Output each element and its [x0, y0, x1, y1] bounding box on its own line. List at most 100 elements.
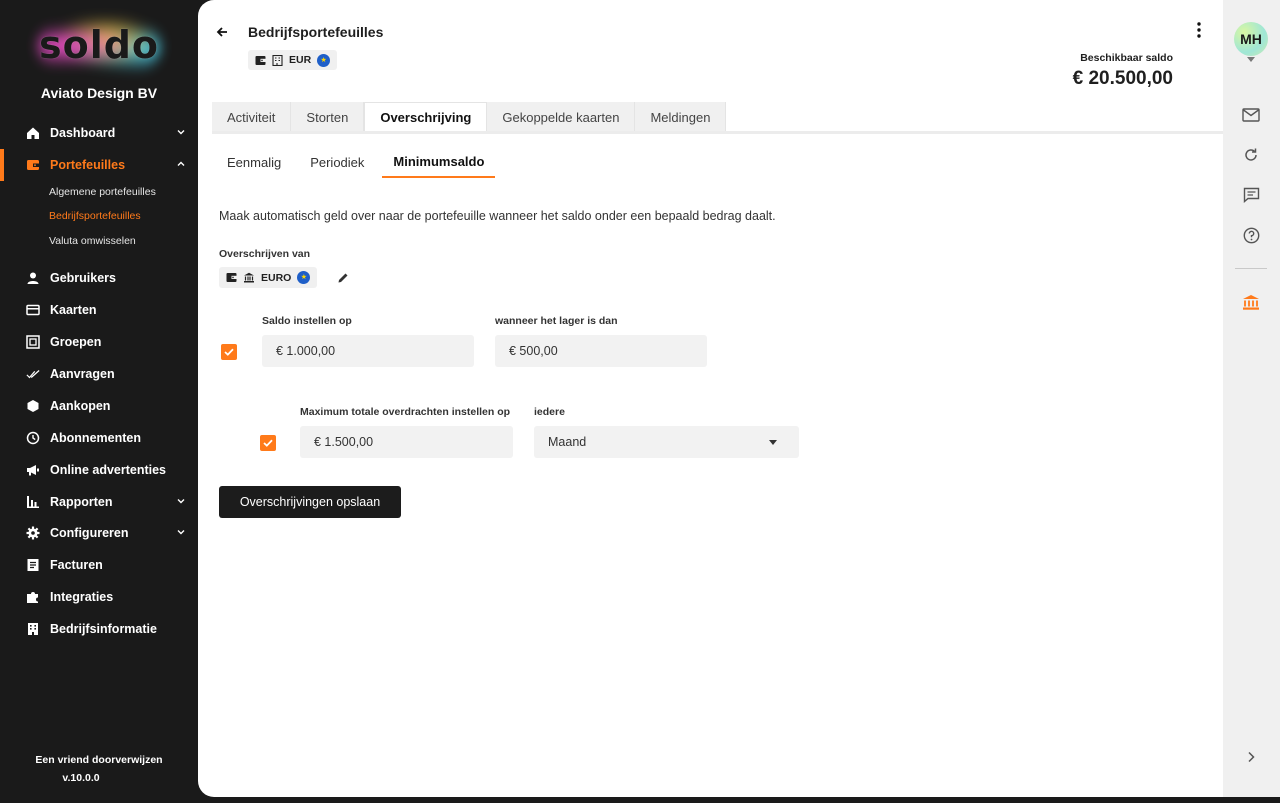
wallet-icon: [226, 273, 237, 282]
sidebar-item-configureren[interactable]: Configureren: [0, 520, 198, 546]
main-panel: Bedrijfsportefeuilles EUR ★ Beschikbaar …: [198, 0, 1223, 797]
set-balance-label: Saldo instellen op: [262, 315, 352, 327]
building-icon: [26, 622, 40, 636]
caret-down-icon: [769, 440, 777, 445]
max-transfer-input[interactable]: € 1.500,00: [300, 426, 513, 458]
source-wallet-chip: EURO ★: [219, 267, 318, 288]
home-icon: [26, 126, 40, 140]
logo-text: soldo: [38, 23, 160, 67]
chat-button[interactable]: [1239, 183, 1263, 207]
sidebar-item-groepen[interactable]: Groepen: [0, 329, 198, 355]
sidebar-item-label: Rapporten: [50, 495, 113, 509]
tab-activiteit[interactable]: Activiteit: [212, 102, 292, 132]
max-transfer-checkbox[interactable]: [260, 435, 276, 451]
period-select[interactable]: Maand: [534, 426, 799, 458]
app-version: v.10.0.0: [62, 772, 100, 784]
sidebar-subitem-bedrijfs[interactable]: Bedrijfsportefeuilles: [49, 210, 141, 222]
sidebar-item-abonnementen[interactable]: Abonnementen: [0, 425, 198, 451]
company-name: Aviato Design BV: [40, 85, 158, 101]
wallet-tabs: Activiteit Storten Overschrijving Gekopp…: [212, 102, 727, 132]
sidebar-item-label: Online advertenties: [50, 463, 167, 477]
period-label: iedere: [534, 406, 565, 418]
pencil-icon: [338, 273, 348, 283]
mail-icon: [1242, 108, 1260, 122]
chat-icon: [1243, 187, 1259, 203]
chevron-down-icon: [176, 495, 186, 509]
bank-icon: [1243, 294, 1259, 310]
set-balance-input[interactable]: € 1.000,00: [262, 335, 474, 367]
refer-a-friend-link[interactable]: Een vriend doorverwijzen: [0, 754, 198, 766]
caret-down-icon: [1247, 57, 1255, 62]
sidebar-item-aankopen[interactable]: Aankopen: [0, 393, 198, 419]
sidebar-item-label: Abonnementen: [50, 431, 141, 445]
threshold-input[interactable]: € 500,00: [495, 335, 707, 367]
edit-source-button[interactable]: [337, 271, 349, 289]
tab-storten[interactable]: Storten: [291, 102, 365, 132]
refresh-icon: [1245, 148, 1257, 161]
source-currency: EURO: [261, 271, 292, 284]
sidebar-item-gebruikers[interactable]: Gebruikers: [0, 265, 198, 291]
sidebar-item-label: Integraties: [50, 590, 114, 604]
chevron-down-icon: [176, 526, 186, 540]
sidebar-item-kaarten[interactable]: Kaarten: [0, 297, 198, 323]
sidebar-item-label: Bedrijfsinformatie: [50, 622, 157, 636]
sidebar-item-integraties[interactable]: Integraties: [0, 584, 198, 610]
invoice-icon: [26, 558, 40, 572]
chevron-right-icon: [1248, 751, 1255, 763]
sidebar-item-dashboard[interactable]: Dashboard: [0, 120, 198, 146]
expand-rail-button[interactable]: [1239, 745, 1263, 769]
sidebar-item-facturen[interactable]: Facturen: [0, 552, 198, 578]
tab-divider: [212, 131, 1223, 134]
avatar-menu-button[interactable]: [1239, 50, 1263, 70]
save-transfers-button[interactable]: Overschrijvingen opslaan: [219, 486, 401, 518]
period-selected-value: Maand: [548, 435, 587, 449]
groups-icon: [26, 335, 40, 349]
arrow-left-icon: [216, 27, 227, 37]
subtab-eenmalig[interactable]: Eenmalig: [216, 146, 292, 178]
sidebar-item-rapporten[interactable]: Rapporten: [0, 489, 198, 515]
sidebar-item-label: Kaarten: [50, 303, 97, 317]
refresh-button[interactable]: [1239, 143, 1263, 167]
back-button[interactable]: [212, 22, 232, 42]
puzzle-icon: [26, 590, 40, 604]
eu-flag-icon: ★: [317, 53, 331, 67]
messages-button[interactable]: [1239, 103, 1263, 127]
eu-flag-icon: ★: [297, 271, 311, 284]
tab-overschrijving[interactable]: Overschrijving: [364, 102, 488, 132]
sidebar-item-label: Groepen: [50, 335, 102, 349]
sidebar-item-label: Configureren: [50, 526, 129, 540]
sidebar-item-label: Dashboard: [50, 126, 116, 140]
from-label: Overschrijven van: [219, 248, 311, 260]
sidebar-item-portefeuilles[interactable]: Portefeuilles: [0, 149, 198, 181]
card-icon: [26, 303, 40, 317]
right-rail: MH: [1223, 0, 1280, 797]
max-transfer-label: Maximum totale overdrachten instellen op: [300, 406, 511, 418]
check-icon: [224, 348, 234, 356]
tab-gekoppelde-kaarten[interactable]: Gekoppelde kaarten: [487, 102, 636, 132]
balance-amount: € 20.500,00: [1072, 68, 1173, 89]
help-button[interactable]: [1239, 223, 1263, 247]
bar-chart-icon: [26, 495, 40, 509]
sidebar-item-label: Facturen: [50, 558, 103, 572]
wallet-icon: [255, 55, 266, 65]
transfer-subtabs: Eenmalig Periodiek Minimumsaldo: [216, 146, 502, 178]
bank-button[interactable]: [1239, 290, 1263, 314]
sidebar-item-label: Gebruikers: [50, 271, 117, 285]
more-options-button[interactable]: [1197, 22, 1201, 43]
sidebar-item-bedrijfsinformatie[interactable]: Bedrijfsinformatie: [0, 616, 198, 642]
sidebar-item-aanvragen[interactable]: Aanvragen: [0, 361, 198, 387]
sidebar-item-label: Aanvragen: [50, 367, 115, 381]
sidebar-subitem-valuta[interactable]: Valuta omwisselen: [49, 235, 136, 247]
sidebar: soldo Aviato Design BV Dashboard Portefe…: [0, 0, 198, 803]
set-balance-checkbox[interactable]: [221, 344, 237, 360]
subtab-minimumsaldo[interactable]: Minimumsaldo: [382, 146, 496, 178]
wallet-icon: [26, 158, 40, 172]
sidebar-item-label: Aankopen: [50, 399, 111, 413]
tab-meldingen[interactable]: Meldingen: [635, 102, 727, 132]
sidebar-item-online-advertenties[interactable]: Online advertenties: [0, 457, 198, 483]
rail-divider: [1235, 268, 1267, 269]
soldo-logo[interactable]: soldo: [0, 14, 198, 76]
sidebar-subitem-algemene[interactable]: Algemene portefeuilles: [49, 186, 156, 198]
subtab-periodiek[interactable]: Periodiek: [299, 146, 375, 178]
building-icon: [272, 54, 283, 66]
